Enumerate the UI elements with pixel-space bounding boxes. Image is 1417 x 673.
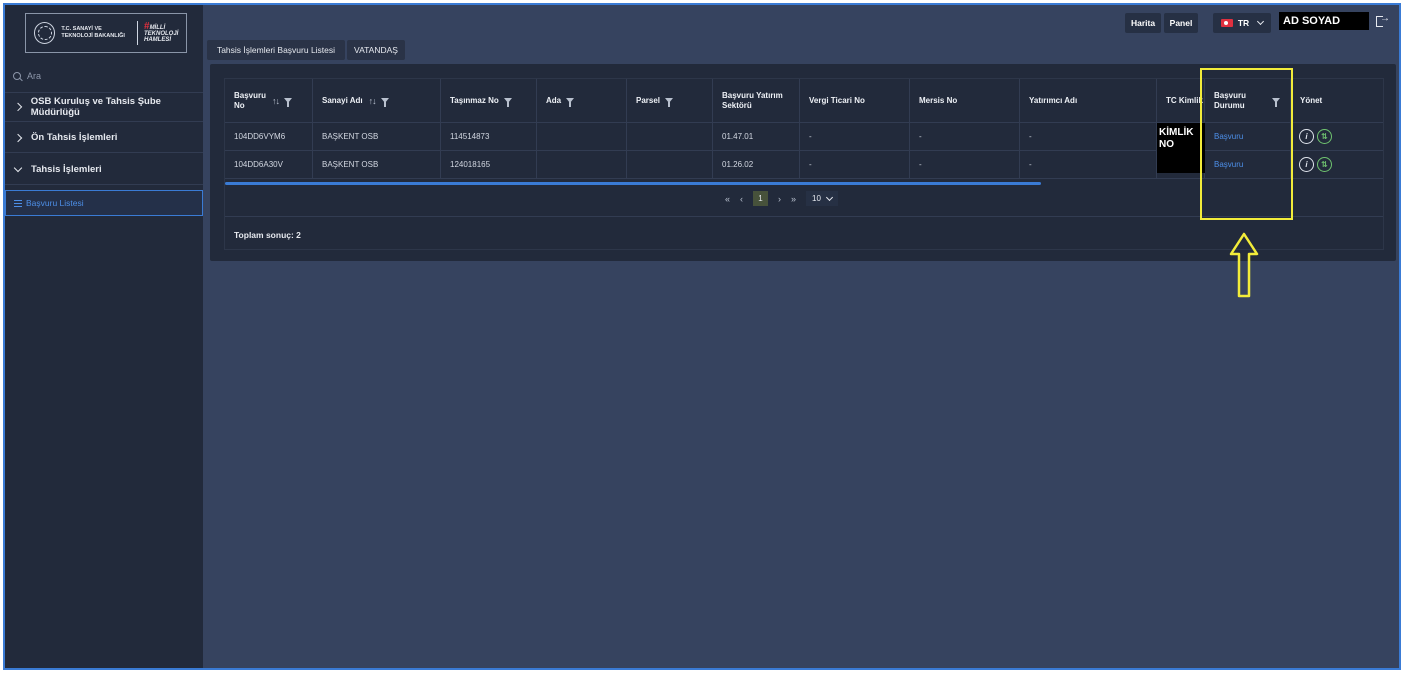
filter-icon[interactable] bbox=[566, 98, 575, 107]
column-header-tc-kimlik[interactable]: TC Kimlik bbox=[1157, 79, 1205, 122]
cell-mersis: - bbox=[910, 123, 1020, 150]
chevron-right-icon bbox=[13, 102, 23, 112]
cell-sanayi-adi: BAŞKENT OSB bbox=[313, 151, 441, 178]
cell-yatirimci: - bbox=[1020, 123, 1157, 150]
list-icon bbox=[14, 199, 22, 207]
tab-basvuru-listesi[interactable]: Tahsis İşlemleri Başvuru Listesi bbox=[207, 40, 345, 60]
page-size-select[interactable]: 10 bbox=[806, 191, 838, 206]
turkey-flag-icon bbox=[1220, 19, 1233, 27]
column-header-sektor[interactable]: Başvuru Yatırım Sektörü bbox=[713, 79, 800, 122]
sidebar-item-label: OSB Kuruluş ve Tahsis Şube Müdürlüğü bbox=[30, 96, 161, 118]
sidebar-item-label: Tahsis İşlemleri bbox=[31, 164, 102, 175]
info-icon[interactable]: i bbox=[1299, 157, 1314, 172]
column-header-yatirimci[interactable]: Yatırımcı Adı bbox=[1020, 79, 1157, 122]
filter-icon[interactable] bbox=[380, 98, 389, 107]
chevron-down-icon bbox=[825, 193, 833, 201]
column-header-mersis[interactable]: Mersis No bbox=[910, 79, 1020, 122]
brand-logo: #MİLLİ TEKNOLOJİ HAMLESİ bbox=[144, 20, 179, 43]
pagination: « ‹ 1 › » 10 bbox=[725, 191, 838, 206]
sidebar-item-label: Ön Tahsis İşlemleri bbox=[31, 132, 118, 143]
column-header-yonet: Yönet bbox=[1300, 95, 1323, 105]
tab-vatandas[interactable]: VATANDAŞ bbox=[347, 40, 405, 60]
sidebar-item-osb[interactable]: OSB Kuruluş ve Tahsis Şube Müdürlüğü bbox=[5, 92, 203, 122]
filter-icon[interactable] bbox=[503, 98, 512, 107]
sidebar-item-basvuru-listesi[interactable]: Başvuru Listesi bbox=[5, 190, 203, 216]
transfer-icon[interactable]: ⇅ bbox=[1317, 157, 1332, 172]
app-window: T.C. SANAYİ VE TEKNOLOJİ BAKANLIĞI #MİLL… bbox=[3, 3, 1401, 670]
cell-vergi: - bbox=[800, 151, 910, 178]
chevron-down-icon bbox=[1257, 17, 1265, 26]
current-page-button[interactable]: 1 bbox=[753, 191, 769, 206]
user-name[interactable]: AD SOYAD bbox=[1279, 12, 1369, 30]
column-header-parsel[interactable]: Parsel bbox=[627, 79, 713, 122]
ministry-emblem-icon bbox=[34, 22, 56, 44]
column-header-tasinmaz-no[interactable]: Taşınmaz No bbox=[441, 79, 537, 122]
cell-mersis: - bbox=[910, 151, 1020, 178]
cell-basvuru-no: 104DD6A30V bbox=[225, 151, 313, 178]
total-results: Toplam sonuç: 2 bbox=[234, 230, 301, 240]
column-header-basvuru-no[interactable]: Başvuru No ↑↓ bbox=[225, 79, 313, 122]
cell-yatirimci: - bbox=[1020, 151, 1157, 178]
cell-tasinmaz-no: 114514873 bbox=[441, 123, 537, 150]
search-icon bbox=[13, 72, 21, 80]
sidebar-item-label: Başvuru Listesi bbox=[26, 198, 84, 208]
language-select[interactable]: TR bbox=[1213, 13, 1271, 33]
chevron-down-icon bbox=[13, 163, 23, 172]
cell-ada bbox=[537, 123, 627, 150]
sidebar: T.C. SANAYİ VE TEKNOLOJİ BAKANLIĞI #MİLL… bbox=[5, 5, 203, 668]
cell-parsel bbox=[627, 123, 713, 150]
filter-icon[interactable] bbox=[284, 98, 293, 107]
ministry-name: T.C. SANAYİ VE TEKNOLOJİ BAKANLIĞI bbox=[61, 26, 125, 39]
panel-button[interactable]: Panel bbox=[1164, 13, 1198, 33]
last-page-icon[interactable]: » bbox=[791, 194, 796, 204]
transfer-icon[interactable]: ⇅ bbox=[1317, 129, 1332, 144]
prev-page-icon[interactable]: ‹ bbox=[740, 194, 743, 204]
sidebar-search[interactable]: Ara bbox=[13, 71, 41, 81]
sidebar-item-on-tahsis[interactable]: Ön Tahsis İşlemleri bbox=[5, 123, 203, 153]
cell-sektor: 01.47.01 bbox=[713, 123, 800, 150]
redaction-box: KİMLİK NO bbox=[1157, 123, 1205, 173]
logo[interactable]: T.C. SANAYİ VE TEKNOLOJİ BAKANLIĞI #MİLL… bbox=[25, 13, 187, 53]
header: Tahsis İşlemleri Başvuru Listesi VATANDA… bbox=[203, 5, 1399, 65]
sidebar-item-tahsis[interactable]: Tahsis İşlemleri bbox=[5, 155, 203, 185]
logout-icon[interactable] bbox=[1376, 13, 1390, 28]
highlight-box bbox=[1200, 68, 1293, 220]
cell-ada bbox=[537, 151, 627, 178]
column-header-vergi[interactable]: Vergi Ticari No bbox=[800, 79, 910, 122]
logo-divider bbox=[137, 21, 138, 45]
column-header-ada[interactable]: Ada bbox=[537, 79, 627, 122]
cell-tasinmaz-no: 124018165 bbox=[441, 151, 537, 178]
sort-icon[interactable]: ↑↓ bbox=[272, 96, 280, 106]
search-placeholder: Ara bbox=[27, 71, 42, 81]
cell-vergi: - bbox=[800, 123, 910, 150]
horizontal-scrollbar[interactable] bbox=[225, 182, 1041, 185]
cell-actions: i ⇅ bbox=[1291, 151, 1383, 178]
sort-icon[interactable]: ↑↓ bbox=[369, 96, 377, 106]
arrow-up-icon bbox=[1229, 232, 1259, 298]
first-page-icon[interactable]: « bbox=[725, 194, 730, 204]
cell-actions: i ⇅ bbox=[1291, 123, 1383, 150]
cell-sanayi-adi: BAŞKENT OSB bbox=[313, 123, 441, 150]
column-header-sanayi-adi[interactable]: Sanayi Adı ↑↓ bbox=[313, 79, 441, 122]
next-page-icon[interactable]: › bbox=[778, 194, 781, 204]
map-button[interactable]: Harita bbox=[1125, 13, 1161, 33]
cell-parsel bbox=[627, 151, 713, 178]
info-icon[interactable]: i bbox=[1299, 129, 1314, 144]
filter-icon[interactable] bbox=[665, 98, 674, 107]
chevron-right-icon bbox=[13, 133, 23, 142]
cell-basvuru-no: 104DD6VYM6 bbox=[225, 123, 313, 150]
cell-sektor: 01.26.02 bbox=[713, 151, 800, 178]
